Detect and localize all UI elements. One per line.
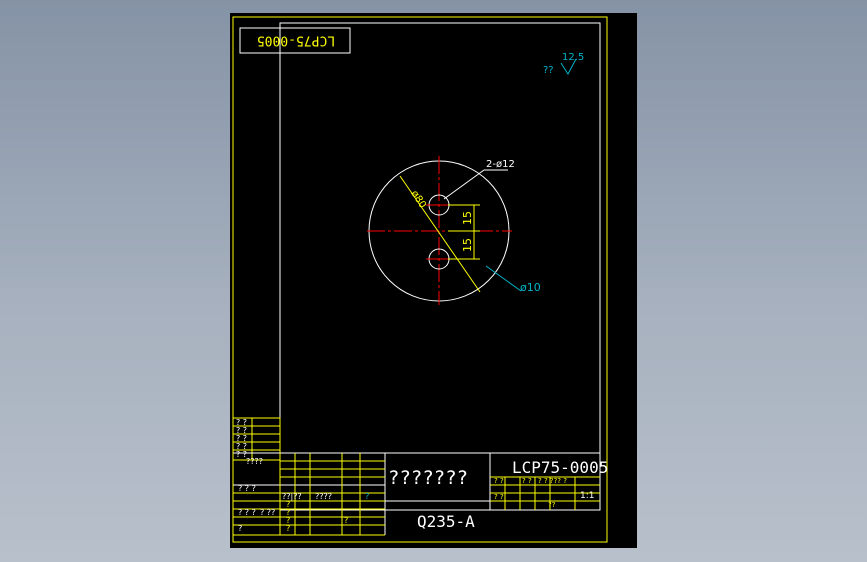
svg-text:????: ????	[246, 457, 263, 466]
svg-text:?: ?	[365, 492, 369, 501]
svg-text:? ?: ? ?	[522, 477, 532, 485]
hole-leader	[443, 169, 485, 200]
svg-text:?: ?	[238, 524, 242, 533]
diameter-outer-label: ø80	[408, 189, 427, 211]
scale: 1:1	[580, 491, 594, 501]
shaft-leader	[485, 265, 522, 292]
svg-text:?: ?	[286, 524, 290, 533]
svg-text:?: ?	[344, 516, 348, 525]
roughness-value: 12.5	[562, 52, 584, 63]
roughness-prefix: ??	[543, 65, 554, 76]
diameter-shaft-label: ø10	[520, 281, 541, 294]
svg-text:? ?: ? ?	[494, 477, 504, 485]
svg-text:? ?: ? ?	[494, 493, 504, 501]
mirrored-code: LCP75-0005	[257, 33, 335, 48]
inner-frame	[279, 22, 601, 511]
material: Q235-A	[417, 512, 475, 531]
part-name: ???????	[388, 467, 468, 489]
svg-text:? ? ?: ? ? ?	[238, 508, 256, 517]
dim-upper-label: 15	[461, 211, 474, 225]
svg-text:??: ??	[548, 501, 556, 509]
drawing-number: LCP75-0005	[512, 458, 608, 477]
svg-text:??|??: ??|??	[282, 492, 302, 501]
cad-viewport[interactable]: LCP75-0005 ?? 12.5 ø80 2-ø12 15 15 ø10 ?…	[230, 13, 637, 548]
svg-text:????: ????	[315, 492, 332, 501]
cad-drawing: LCP75-0005 ?? 12.5 ø80 2-ø12 15 15 ø10 ?…	[232, 16, 608, 543]
hole-label: 2-ø12	[486, 159, 515, 170]
svg-text:? ??: ? ??	[260, 508, 275, 517]
dim-lower-label: 15	[461, 238, 474, 252]
svg-text:? ? ?: ? ? ?	[238, 484, 256, 493]
svg-text:? ? ??? ?: ? ? ??? ?	[538, 477, 567, 485]
